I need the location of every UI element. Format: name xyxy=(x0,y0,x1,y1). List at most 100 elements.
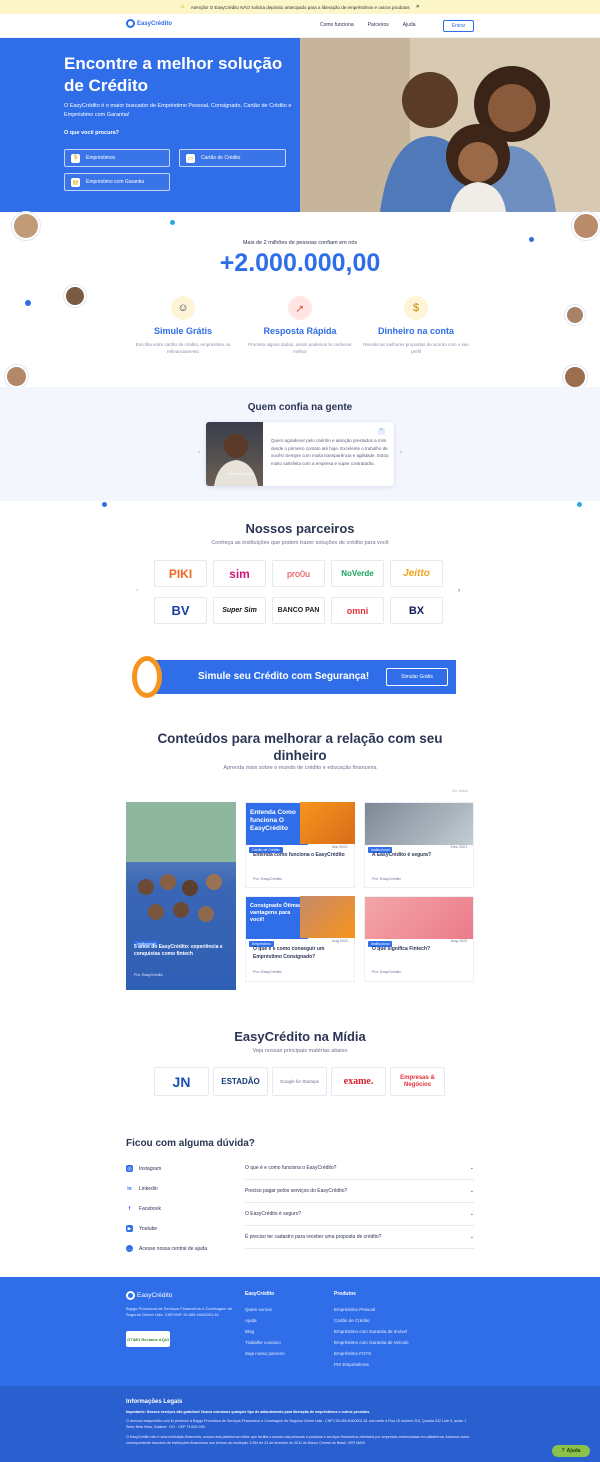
partner-logo-jeitto[interactable]: Jeitto xyxy=(390,560,443,587)
partner-logo-piki[interactable]: PIKI xyxy=(154,560,207,587)
footer-company: Baygo Promotora de Serviços Financeiros … xyxy=(126,1306,233,1317)
feature-title: Simule Grátis xyxy=(153,326,213,336)
customer-avatar xyxy=(563,365,587,389)
legal-title: Informações Legais xyxy=(126,1399,183,1405)
cartao-credito-label: Cartão de Crédito xyxy=(201,155,241,161)
warning-banner: ⚠ Atenção! O EasyCrédito NÃO solicita de… xyxy=(0,0,600,14)
partner-logo-sim[interactable]: sim xyxy=(213,560,266,587)
article-date: Aug 2022 xyxy=(332,939,349,943)
hero-subtitle: O EasyCrédito é o maior buscador de Empr… xyxy=(64,103,292,118)
cta-text: Simule seu Crédito com Segurança! xyxy=(198,671,370,682)
legal-text: O domínio easycredito.com.br pertence à … xyxy=(126,1419,467,1429)
partner-logo-noverde[interactable]: NoVerde xyxy=(331,560,384,587)
feature-dinheiro-conta: $ Dinheiro na conta Receba as melhores p… xyxy=(361,296,471,355)
media-logo-jn[interactable]: JN xyxy=(154,1067,209,1096)
login-button[interactable]: Entrar xyxy=(443,20,474,32)
faq-item[interactable]: O que é e como funciona o EasyCrédito? ⌄ xyxy=(245,1157,474,1180)
linkedin-icon: in xyxy=(127,1185,132,1192)
footer-logo[interactable]: EasyCrédito xyxy=(126,1291,172,1300)
hero-title: Encontre a melhor solução de Crédito xyxy=(64,54,283,95)
media-logo-empresas-negocios[interactable]: Empresas & Negócios xyxy=(390,1067,445,1096)
featured-article-title: 5 anos do EasyCrédito: experiência e con… xyxy=(134,944,223,957)
emprestimo-garantia-label: Empréstimo com Garantia xyxy=(86,179,145,185)
faq-item[interactable]: O EasyCrédito é seguro? ⌄ xyxy=(245,1203,474,1226)
faq-item[interactable]: Preciso pagar pelos serviços do EasyCréd… xyxy=(245,1180,474,1203)
footer-link[interactable]: Blog xyxy=(245,1329,254,1334)
partner-logo-bv[interactable]: BV xyxy=(154,597,207,624)
partner-logo-bx[interactable]: BX xyxy=(390,597,443,624)
footer-link[interactable]: Empréstimo Pessoal xyxy=(334,1307,375,1312)
stats-number: +2.000.000,00 xyxy=(219,249,381,277)
media-title: EasyCrédito na Mídia xyxy=(234,1029,366,1044)
simulate-button[interactable]: Simular Grátis xyxy=(386,668,448,686)
article-title: O que é e como conseguir um Empréstimo C… xyxy=(253,946,325,960)
logo[interactable]: EasyCrédito xyxy=(126,19,172,28)
help-icon: ? xyxy=(561,1448,565,1454)
media-logo-estadao[interactable]: ESTADÃO xyxy=(213,1067,268,1096)
media-logo-google-startups[interactable]: Google for Startups xyxy=(272,1067,327,1096)
carousel-prev-icon[interactable]: ‹ xyxy=(198,450,200,456)
chat-icon: … xyxy=(126,1245,133,1252)
money-bag-icon: $ xyxy=(404,296,428,320)
faq-item[interactable]: É preciso ter cadastro para receber uma … xyxy=(245,1226,474,1249)
footer-link[interactable]: Ajuda xyxy=(245,1318,257,1323)
help-center-link[interactable]: … Acesse nossa central de ajuda xyxy=(126,1245,207,1252)
legal-text: Importante: Nossos serviços são gratuito… xyxy=(126,1410,371,1414)
logo-icon xyxy=(126,19,135,28)
cartao-credito-button[interactable]: ▭ Cartão de Crédito xyxy=(179,149,286,167)
social-facebook[interactable]: f Facebook xyxy=(126,1205,161,1212)
hero-family-photo xyxy=(300,38,600,212)
logo-icon xyxy=(126,1291,135,1300)
close-icon[interactable]: ✕ xyxy=(416,4,420,10)
partner-logo-omni[interactable]: omni xyxy=(331,597,384,624)
media-logo-exame[interactable]: exame. xyxy=(331,1067,386,1096)
nav-link-ajuda[interactable]: Ajuda xyxy=(403,22,416,28)
footer-link[interactable]: Empréstimo FGTS xyxy=(334,1351,371,1356)
help-label: Ajuda xyxy=(566,1448,581,1454)
partners-next-icon[interactable]: › xyxy=(458,588,460,594)
reclame-aqui-seal[interactable]: ÓTIMO Reclame AQUI xyxy=(126,1331,170,1347)
content-subtitle: Aprenda mais sobre o mundo de crédito e … xyxy=(223,765,377,771)
footer-logo-text: EasyCrédito xyxy=(137,1292,173,1299)
nav-links: Como funciona Parceiros Ajuda xyxy=(320,22,416,28)
feature-desc: Escolha entre cartão de crédito, emprést… xyxy=(135,342,231,354)
featured-article-photo xyxy=(126,802,236,922)
footer-link[interactable]: Quem somos xyxy=(245,1307,272,1312)
cta-decorative-arc xyxy=(132,656,162,698)
testimonial-quote: Quero agradecer pelo carinho e atenção p… xyxy=(271,438,389,466)
decorative-dot xyxy=(102,502,107,507)
nav-link-como-funciona[interactable]: Como funciona xyxy=(320,22,354,28)
article-date: Mai 2022 xyxy=(332,845,348,849)
social-instagram[interactable]: ◎ Instagram xyxy=(126,1165,161,1172)
article-photo xyxy=(300,896,355,938)
carousel-next-icon[interactable]: › xyxy=(400,450,402,456)
social-youtube[interactable]: ▶ Youtube xyxy=(126,1225,157,1232)
footer-link[interactable]: PIX Empréstimos xyxy=(334,1362,369,1367)
article-date: Aug 2022 xyxy=(451,939,468,943)
help-button[interactable]: ? Ajuda xyxy=(552,1445,590,1457)
emprestimos-button[interactable]: $ Empréstimos xyxy=(64,149,170,167)
emprestimo-garantia-button[interactable]: ▤ Empréstimo com Garantia xyxy=(64,173,170,191)
stats-caption: Mais de 2 milhões de pessoas confiam em … xyxy=(242,240,358,246)
footer-link[interactable]: Empréstimo com Garantia de Imóvel xyxy=(334,1329,407,1334)
partners-prev-icon[interactable]: ‹ xyxy=(136,588,138,594)
footer-link[interactable]: Seja nosso parceiro xyxy=(245,1351,285,1356)
smile-icon: ☺ xyxy=(171,296,195,320)
footer-link[interactable]: Empréstimo com Garantia de Veículo xyxy=(334,1340,409,1345)
footer-link[interactable]: Trabalhe conosco xyxy=(245,1340,281,1345)
social-linkedin[interactable]: in Linkedin xyxy=(126,1185,157,1192)
feature-title: Dinheiro na conta xyxy=(377,326,454,336)
hero-photo-illustration xyxy=(300,38,600,212)
see-all-link[interactable]: Ver todos xyxy=(452,789,468,793)
decorative-dot xyxy=(577,502,582,507)
partner-logo-provu[interactable]: pro0u xyxy=(272,560,325,587)
footer-link[interactable]: Cartão de Crédito xyxy=(334,1318,370,1323)
partner-logo-banco-pan[interactable]: BANCO PAN xyxy=(272,597,325,624)
featured-article-card[interactable] xyxy=(126,802,236,990)
partner-logo-supersim[interactable]: Super Sim xyxy=(213,597,266,624)
facebook-icon: f xyxy=(128,1205,131,1212)
feature-desc: Prometa alguns dados, assim podemos te c… xyxy=(248,342,352,354)
nav-link-parceiros[interactable]: Parceiros xyxy=(368,22,389,28)
partners-subtitle: Conheça as instituições que podem trazer… xyxy=(211,540,389,546)
customer-avatar xyxy=(5,365,28,388)
